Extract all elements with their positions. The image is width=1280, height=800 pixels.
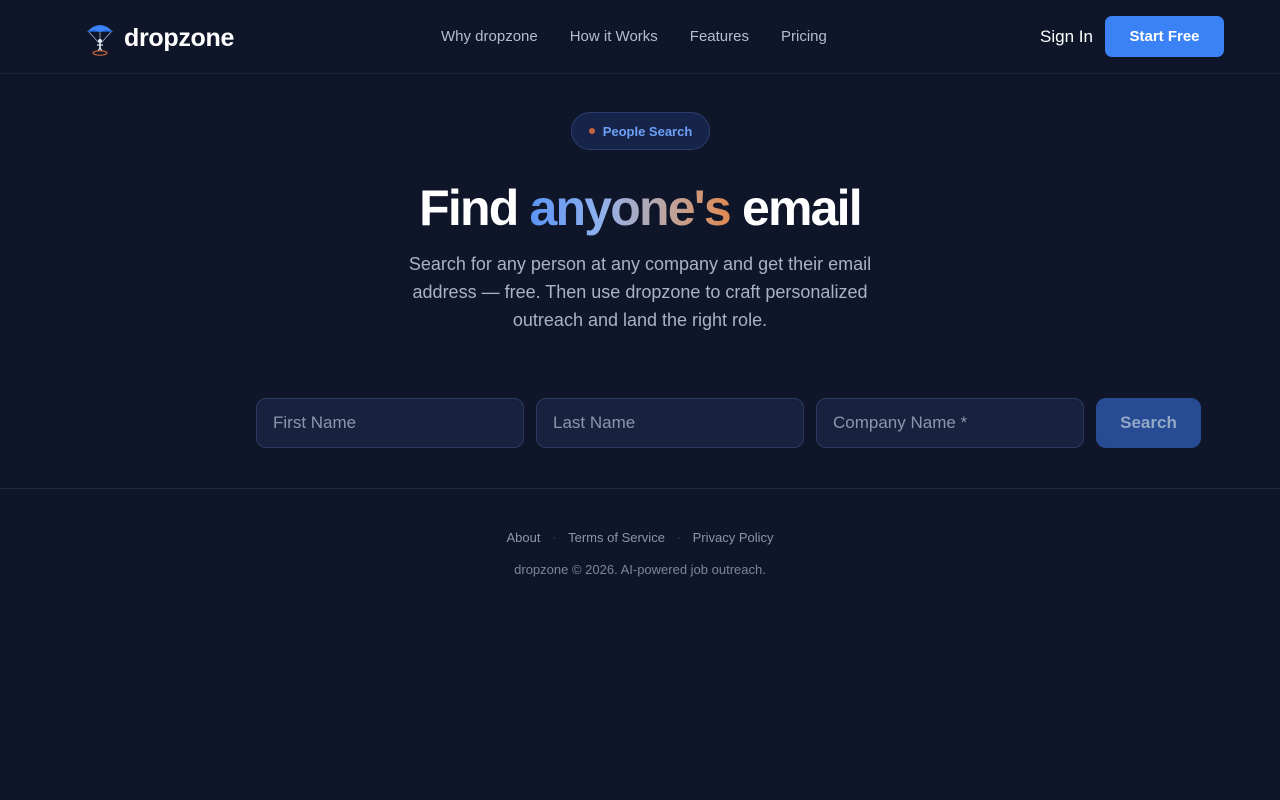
nav-why-dropzone[interactable]: Why dropzone xyxy=(441,27,538,47)
footer-separator: · xyxy=(676,531,681,544)
parachute-logo-icon xyxy=(87,25,113,56)
footer-link-terms[interactable]: Terms of Service xyxy=(568,530,665,545)
footer-link-privacy[interactable]: Privacy Policy xyxy=(693,530,774,545)
hero-title-highlight: anyone's xyxy=(529,180,732,236)
hero-title-start: Find xyxy=(419,180,530,236)
badge-dot-icon xyxy=(588,128,595,134)
start-free-button[interactable]: Start Free xyxy=(1105,16,1224,57)
footer-separator: · xyxy=(552,531,557,544)
people-search-badge: People Search xyxy=(571,112,710,150)
hero-subtitle: Search for any person at any company and… xyxy=(408,254,872,330)
footer-divider xyxy=(0,488,1280,489)
last-name-field[interactable] xyxy=(536,398,804,448)
sign-in-link[interactable]: Sign In xyxy=(1040,26,1093,48)
badge-label: People Search xyxy=(602,123,693,139)
company-name-field[interactable] xyxy=(816,398,1084,448)
nav-pricing[interactable]: Pricing xyxy=(781,27,827,47)
first-name-field[interactable] xyxy=(256,398,524,448)
hero-title-end: email xyxy=(729,180,863,236)
footer-links: About · Terms of Service · Privacy Polic… xyxy=(0,530,1280,545)
main-nav: Why dropzone How it Works Features Prici… xyxy=(441,27,827,47)
nav-how-it-works[interactable]: How it Works xyxy=(570,27,658,47)
copyright: dropzone © 2026. AI-powered job outreach… xyxy=(514,562,766,577)
logo-link[interactable]: dropzone xyxy=(84,20,234,56)
site-header: dropzone Why dropzone How it Works Featu… xyxy=(0,0,1280,74)
search-button[interactable]: Search xyxy=(1096,398,1201,448)
brand-name: dropzone xyxy=(124,23,235,52)
hero-title: Find anyone's email xyxy=(0,178,1280,238)
nav-features[interactable]: Features xyxy=(690,27,749,47)
footer-link-about[interactable]: About xyxy=(506,530,540,545)
